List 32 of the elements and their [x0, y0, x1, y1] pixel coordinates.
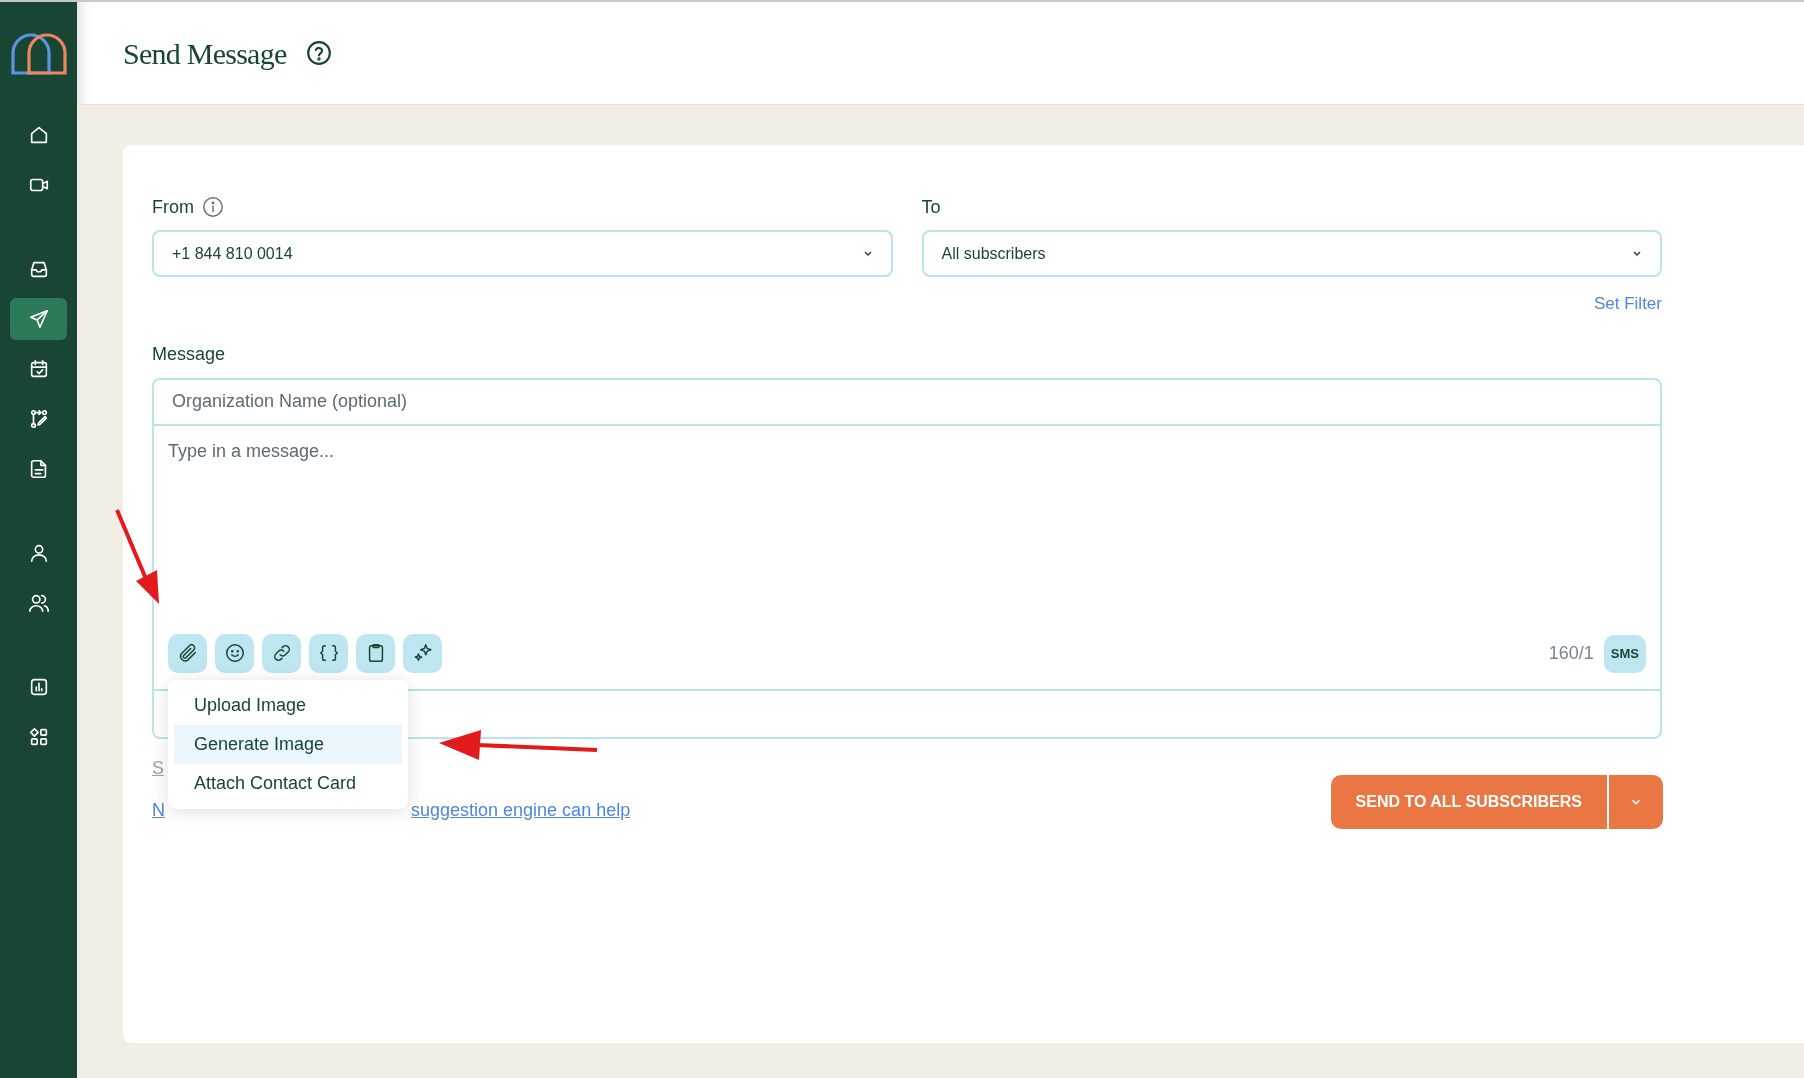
to-select[interactable]: All subscribers	[921, 230, 1662, 277]
menu-item[interactable]: Generate Image	[174, 725, 402, 764]
chevron-down-icon[interactable]	[1630, 797, 1642, 806]
chevron-down-icon	[862, 250, 873, 257]
info-icon[interactable]	[202, 196, 224, 218]
sidebar-item[interactable]	[10, 298, 67, 340]
menu-item[interactable]: Attach Contact Card	[174, 764, 402, 803]
chevron-down-icon	[1632, 250, 1642, 257]
toolbar-button[interactable]	[215, 633, 254, 673]
help-icon[interactable]	[306, 40, 333, 66]
character-counter: 160/1	[1548, 642, 1594, 665]
toolbar-button[interactable]	[168, 633, 207, 673]
send-icon	[27, 308, 50, 330]
from-select[interactable]: +1 844 810 0014	[152, 230, 893, 277]
toolbar-button[interactable]	[403, 633, 442, 673]
logo-icon[interactable]	[9, 32, 68, 76]
set-filter-link[interactable]: Set Filter	[1593, 291, 1662, 317]
channel-badge[interactable]: SMS	[1603, 634, 1646, 673]
users-icon	[27, 592, 50, 614]
apps-grid-icon	[27, 726, 50, 748]
toolbar-button[interactable]	[356, 633, 395, 673]
field-label: To	[921, 195, 941, 219]
toolbar-button[interactable]	[262, 633, 301, 673]
help-link[interactable]: N	[152, 796, 165, 819]
organization-name-field[interactable]: Organization Name (optional)	[154, 379, 1660, 426]
emoji-icon	[223, 642, 246, 664]
field-label: Message	[152, 343, 226, 366]
field-label: From	[152, 195, 194, 219]
toolbar-button[interactable]	[309, 633, 348, 673]
help-link[interactable]: suggestion engine can help	[411, 796, 631, 819]
braces-icon	[317, 642, 340, 664]
page-title: Send Message	[123, 35, 287, 72]
